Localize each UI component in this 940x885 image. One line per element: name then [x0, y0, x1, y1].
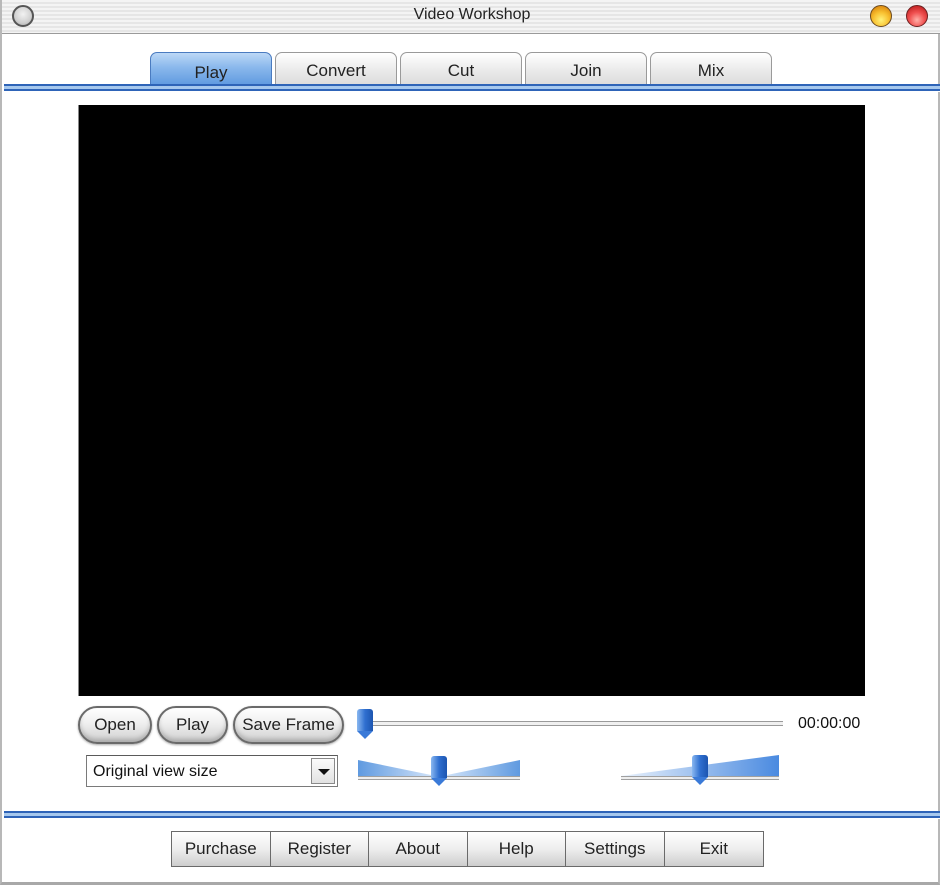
exit-button[interactable]: Exit — [664, 832, 763, 866]
purchase-button[interactable]: Purchase — [172, 832, 271, 866]
play-button[interactable]: Play — [157, 706, 228, 744]
window-title: Video Workshop — [413, 6, 531, 23]
view-size-select[interactable]: Original view size — [86, 755, 338, 787]
tab-join[interactable]: Join — [525, 52, 647, 85]
tab-divider — [4, 84, 940, 92]
tab-bar: Play Convert Cut Join Mix — [150, 52, 775, 86]
settings-button[interactable]: Settings — [566, 832, 665, 866]
app-window: Video Workshop Play Convert Cut Join Mix… — [0, 0, 940, 885]
tab-play[interactable]: Play — [150, 52, 272, 85]
bottom-button-bar: Purchase Register About Help Settings Ex… — [171, 831, 764, 867]
tab-mix[interactable]: Mix — [650, 52, 772, 85]
position-slider-thumb[interactable] — [357, 709, 373, 739]
close-icon[interactable] — [906, 5, 928, 27]
volume-slider-thumb[interactable] — [692, 755, 708, 785]
about-button[interactable]: About — [369, 832, 468, 866]
open-button[interactable]: Open — [78, 706, 152, 744]
save-frame-button[interactable]: Save Frame — [233, 706, 344, 744]
balance-right-wedge — [442, 760, 520, 776]
balance-left-wedge — [358, 760, 436, 776]
view-size-value: Original view size — [93, 763, 218, 780]
register-button[interactable]: Register — [270, 832, 369, 866]
minimize-icon[interactable] — [870, 5, 892, 27]
time-display: 00:00:00 — [798, 715, 861, 732]
video-display — [78, 105, 865, 696]
footer-divider — [4, 811, 940, 819]
tab-cut[interactable]: Cut — [400, 52, 522, 85]
chevron-down-icon[interactable] — [311, 758, 335, 784]
balance-slider-thumb[interactable] — [431, 756, 447, 786]
help-button[interactable]: Help — [467, 832, 566, 866]
position-slider-track[interactable] — [367, 721, 783, 726]
tab-convert[interactable]: Convert — [275, 52, 397, 85]
title-bar[interactable]: Video Workshop — [2, 0, 940, 34]
